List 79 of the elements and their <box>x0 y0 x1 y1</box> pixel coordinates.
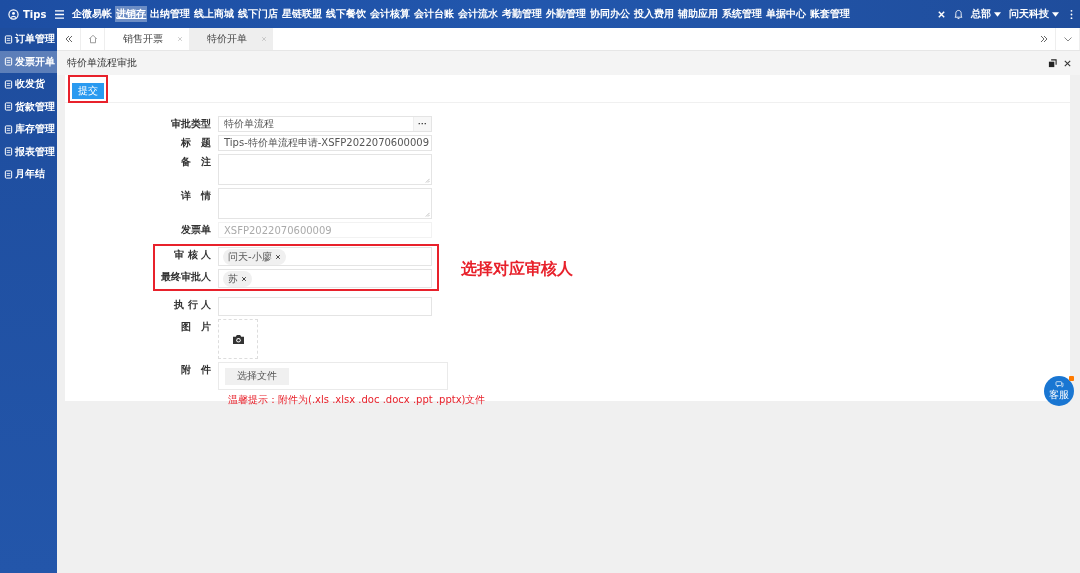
menu-item[interactable]: 系统管理 <box>721 6 764 22</box>
document-icon <box>4 79 13 89</box>
tab[interactable]: 销售开票 <box>105 28 189 50</box>
resize-handle-icon[interactable] <box>425 212 430 217</box>
field-label: 执 行 人 <box>173 298 211 312</box>
field-label: 审批类型 <box>170 117 211 131</box>
menu-item[interactable]: 辅助应用 <box>677 6 720 22</box>
menu-item[interactable]: 出纳管理 <box>149 6 192 22</box>
hint-text: 温馨提示：附件为(.xls .xlsx .doc .docx .ppt .pptx)文件 <box>227 393 486 407</box>
field-label: 附 件 <box>180 363 211 377</box>
home-icon <box>87 34 98 44</box>
document-icon <box>4 102 13 112</box>
more-button[interactable]: ··· <box>413 117 431 131</box>
sidebar-item[interactable]: 库存管理 <box>0 118 57 141</box>
tag-input-field[interactable]: 苏 <box>218 269 432 288</box>
document-icon <box>4 147 13 157</box>
chat-icon <box>1054 380 1064 388</box>
double-chevron-right-icon <box>1038 34 1049 44</box>
customer-service-button[interactable]: 客服 <box>1044 376 1074 406</box>
org-dropdown[interactable]: 总部 <box>971 7 1001 21</box>
annotation-text: 选择对应审核人 <box>461 258 573 280</box>
restore-icon[interactable] <box>1048 58 1057 68</box>
menu-item[interactable]: 外勤管理 <box>545 6 588 22</box>
menu-item[interactable]: 会计流水 <box>457 6 500 22</box>
field-label: 标 题 <box>180 136 211 150</box>
field-label: 审 核 人 <box>173 248 211 262</box>
menu-icon[interactable] <box>54 9 66 19</box>
tab[interactable]: 特价开单 <box>189 28 273 50</box>
remove-icon[interactable] <box>274 253 281 260</box>
document-icon <box>4 169 13 179</box>
field-label: 发票单 <box>180 223 211 237</box>
document-icon <box>4 124 13 134</box>
field-label: 最终审批人 <box>160 270 211 284</box>
brand-logo[interactable]: Tips <box>8 8 47 20</box>
chevron-down-icon <box>1062 34 1073 44</box>
logo-icon <box>8 8 19 20</box>
menu-item[interactable]: 线下门店 <box>237 6 280 22</box>
caret-icon <box>1052 11 1059 17</box>
sidebar-item[interactable]: 收发货 <box>0 73 57 96</box>
menu-item[interactable]: 企微易帐 <box>71 6 114 22</box>
sidebar-item[interactable]: 货款管理 <box>0 95 57 118</box>
page-title: 特价单流程审批 <box>67 56 137 70</box>
sidebar-item[interactable]: 报表管理 <box>0 140 57 163</box>
bell-icon[interactable] <box>954 8 963 20</box>
image-upload-box[interactable] <box>218 319 258 359</box>
document-icon <box>4 34 13 44</box>
company-dropdown[interactable]: 问天科技 <box>1009 7 1059 21</box>
sidebar-item[interactable]: 订单管理 <box>0 28 57 51</box>
menu-item[interactable]: 单据中心 <box>765 6 808 22</box>
tag-input-field[interactable] <box>218 297 432 316</box>
menu-item[interactable]: 考勤管理 <box>501 6 544 22</box>
menu-item[interactable]: 投入费用 <box>633 6 676 22</box>
person-tag: 苏 <box>223 270 252 287</box>
menu-item[interactable]: 星链联盟 <box>281 6 324 22</box>
input-field: XSFP2022070600009 <box>218 222 432 238</box>
menu-item[interactable]: 线下餐饮 <box>325 6 368 22</box>
sidebar-item[interactable]: 发票开单 <box>0 50 57 73</box>
remove-icon[interactable] <box>241 275 247 282</box>
menu-item[interactable]: 协同办公 <box>589 6 632 22</box>
input-field[interactable]: Tips-特价单流程申请-XSFP2022070600009 <box>218 135 432 151</box>
menu-item[interactable]: 会计台账 <box>413 6 456 22</box>
close-icon[interactable] <box>937 8 946 20</box>
menu-item[interactable]: 会计核算 <box>369 6 412 22</box>
caret-icon <box>994 11 1001 17</box>
sidebar-item[interactable]: 月年结 <box>0 163 57 186</box>
double-chevron-left-icon <box>63 34 74 44</box>
select-field[interactable]: 特价单流程 ··· <box>218 116 432 132</box>
menu-item[interactable]: 线上商城 <box>193 6 236 22</box>
close-icon[interactable] <box>1063 58 1072 68</box>
resize-handle-icon[interactable] <box>425 178 430 183</box>
person-tag: 问天-小廖 <box>223 248 286 265</box>
choose-file-button[interactable]: 选择文件 <box>225 367 289 385</box>
menu-item[interactable]: 账套管理 <box>809 6 852 22</box>
field-label: 图 片 <box>180 320 211 334</box>
field-label: 备 注 <box>180 155 211 169</box>
tag-input-field[interactable]: 问天-小廖 <box>218 247 432 266</box>
camera-icon <box>231 333 245 345</box>
field-label: 详 情 <box>180 189 211 203</box>
document-icon <box>4 57 13 67</box>
